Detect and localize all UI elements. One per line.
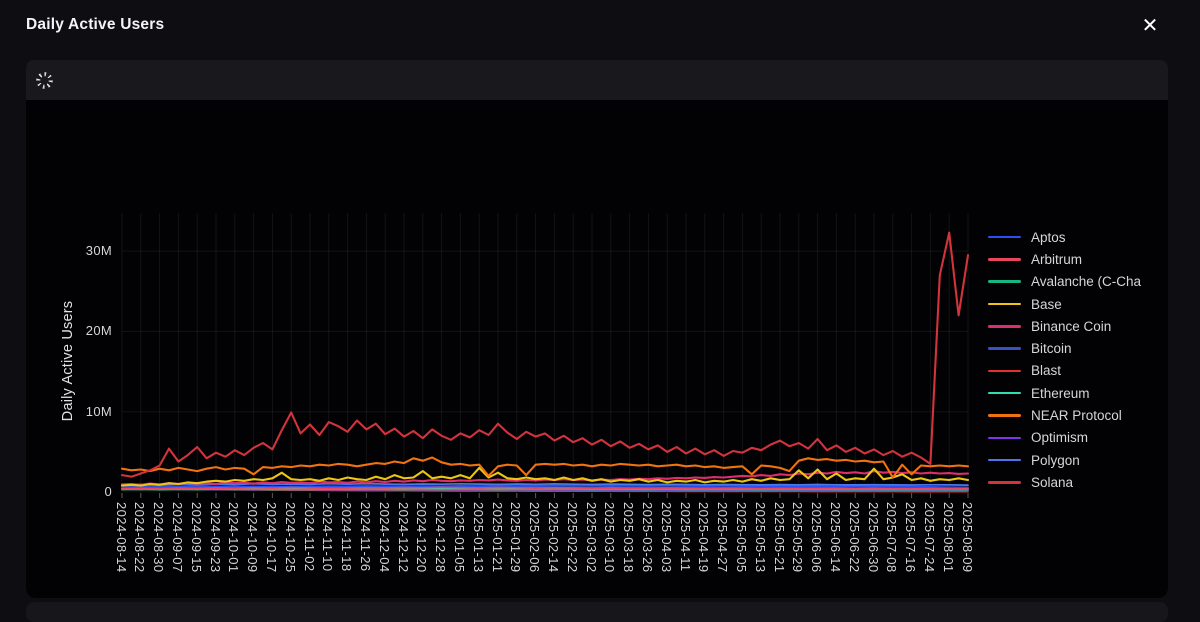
legend-swatch bbox=[988, 258, 1021, 261]
legend-swatch bbox=[988, 236, 1021, 239]
modal-footer bbox=[26, 602, 1168, 622]
legend-label: NEAR Protocol bbox=[1031, 408, 1122, 423]
x-tick-label: 2025-01-05 bbox=[452, 502, 467, 573]
chart-toolbar bbox=[26, 60, 1168, 100]
x-tick-label: 2025-01-29 bbox=[508, 502, 523, 573]
x-tick-label: 2024-10-01 bbox=[226, 502, 241, 573]
legend-item-base[interactable]: Base bbox=[988, 293, 1164, 315]
x-tick-label: 2025-02-06 bbox=[527, 502, 542, 573]
x-tick-label: 2025-05-21 bbox=[772, 502, 787, 573]
legend-item-ethereum[interactable]: Ethereum bbox=[988, 382, 1164, 404]
x-tick-label: 2025-08-01 bbox=[941, 502, 956, 573]
x-tick-label: 2025-04-11 bbox=[678, 502, 693, 572]
x-tick-label: 2024-11-26 bbox=[358, 502, 373, 572]
chart-legend: Aptos Arbitrum Avalanche (C-Cha Base Binance… bbox=[988, 226, 1164, 494]
legend-item-optimism[interactable]: Optimism bbox=[988, 427, 1164, 449]
legend-label: Avalanche (C-Cha bbox=[1031, 274, 1141, 289]
legend-item-binance-coin[interactable]: Binance Coin bbox=[988, 315, 1164, 337]
x-tick-label: 2025-03-02 bbox=[584, 502, 599, 573]
x-tick-label: 2025-06-06 bbox=[809, 502, 824, 573]
x-tick-label: 2025-06-22 bbox=[847, 502, 862, 573]
x-tick-label: 2025-01-13 bbox=[471, 502, 486, 573]
x-tick-label: 2024-10-17 bbox=[264, 502, 279, 573]
x-tick-label: 2024-11-18 bbox=[339, 502, 354, 572]
legend-swatch bbox=[988, 459, 1021, 462]
x-tick-label: 2025-05-29 bbox=[790, 502, 805, 573]
close-icon: ✕ bbox=[1142, 16, 1159, 36]
x-tick-label: 2024-09-15 bbox=[189, 502, 204, 573]
legend-swatch bbox=[988, 347, 1021, 350]
x-tick-label: 2025-04-03 bbox=[659, 502, 674, 573]
x-tick-label: 2025-07-16 bbox=[903, 502, 918, 573]
x-tick-label: 2024-12-28 bbox=[433, 502, 448, 573]
x-tick-label: 2025-05-05 bbox=[734, 502, 749, 573]
legend-label: Bitcoin bbox=[1031, 341, 1072, 356]
x-tick-label: 2025-02-22 bbox=[565, 502, 580, 573]
legend-swatch bbox=[988, 303, 1021, 306]
legend-item-aptos[interactable]: Aptos bbox=[988, 226, 1164, 248]
legend-item-blast[interactable]: Blast bbox=[988, 360, 1164, 382]
legend-swatch bbox=[988, 414, 1021, 417]
x-tick-label: 2025-07-24 bbox=[922, 502, 937, 573]
legend-item-solana[interactable]: Solana bbox=[988, 471, 1164, 493]
x-tick-label: 2025-06-14 bbox=[828, 502, 843, 573]
legend-swatch bbox=[988, 280, 1021, 283]
legend-item-avalanche[interactable]: Avalanche (C-Cha bbox=[988, 271, 1164, 293]
x-tick-label: 2024-11-10 bbox=[320, 502, 335, 572]
legend-item-bitcoin[interactable]: Bitcoin bbox=[988, 337, 1164, 359]
legend-label: Aptos bbox=[1031, 230, 1066, 245]
legend-swatch bbox=[988, 481, 1021, 484]
legend-label: Optimism bbox=[1031, 430, 1088, 445]
x-tick-label: 2025-03-18 bbox=[621, 502, 636, 573]
x-tick-label: 2024-10-25 bbox=[283, 502, 298, 573]
legend-item-arbitrum[interactable]: Arbitrum bbox=[988, 248, 1164, 270]
legend-label: Polygon bbox=[1031, 453, 1080, 468]
legend-item-polygon[interactable]: Polygon bbox=[988, 449, 1164, 471]
x-tick-label: 2025-03-10 bbox=[602, 502, 617, 573]
daily-active-users-modal: Daily Active Users ✕ 2024-08-142024-08-2… bbox=[0, 0, 1200, 622]
legend-swatch bbox=[988, 437, 1021, 440]
x-tick-label: 2025-04-19 bbox=[696, 502, 711, 573]
page-title: Daily Active Users bbox=[26, 16, 164, 34]
y-tick-label: 30M bbox=[52, 243, 112, 258]
loading-spinner-icon bbox=[36, 72, 53, 89]
x-tick-label: 2024-08-22 bbox=[132, 502, 147, 573]
legend-label: Ethereum bbox=[1031, 386, 1090, 401]
x-tick-label: 2024-08-30 bbox=[151, 502, 166, 573]
legend-label: Blast bbox=[1031, 363, 1061, 378]
legend-swatch bbox=[988, 370, 1021, 373]
legend-label: Arbitrum bbox=[1031, 252, 1082, 267]
x-tick-label: 2024-10-09 bbox=[245, 502, 260, 573]
x-tick-label: 2024-12-12 bbox=[396, 502, 411, 573]
modal-header: Daily Active Users ✕ bbox=[0, 0, 1200, 56]
close-button[interactable]: ✕ bbox=[1136, 12, 1164, 40]
x-tick-label: 2024-08-14 bbox=[114, 502, 129, 573]
x-tick-label: 2024-12-04 bbox=[377, 502, 392, 573]
x-tick-label: 2024-09-23 bbox=[208, 502, 223, 573]
x-tick-label: 2025-03-26 bbox=[640, 502, 655, 573]
x-tick-label: 2025-05-13 bbox=[753, 502, 768, 573]
legend-label: Solana bbox=[1031, 475, 1073, 490]
x-tick-label: 2025-01-21 bbox=[490, 502, 505, 573]
x-tick-label: 2025-02-14 bbox=[546, 502, 561, 573]
x-tick-label: 2024-11-02 bbox=[302, 502, 317, 572]
x-tick-label: 2025-08-09 bbox=[960, 502, 975, 573]
legend-item-near-protocol[interactable]: NEAR Protocol bbox=[988, 404, 1164, 426]
y-tick-label: 0 bbox=[52, 484, 112, 499]
x-tick-label: 2024-09-07 bbox=[170, 502, 185, 573]
x-tick-label: 2025-06-30 bbox=[866, 502, 881, 573]
y-axis-title: Daily Active Users bbox=[60, 291, 76, 431]
x-tick-label: 2024-12-20 bbox=[414, 502, 429, 573]
legend-swatch bbox=[988, 392, 1021, 395]
legend-swatch bbox=[988, 325, 1021, 328]
x-tick-label: 2025-07-08 bbox=[884, 502, 899, 573]
legend-label: Base bbox=[1031, 297, 1062, 312]
legend-label: Binance Coin bbox=[1031, 319, 1111, 334]
x-tick-label: 2025-04-27 bbox=[715, 502, 730, 573]
